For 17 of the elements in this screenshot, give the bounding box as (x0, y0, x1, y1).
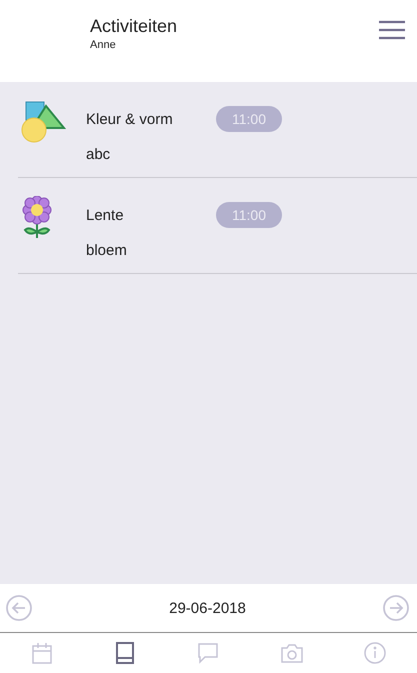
user-name: Anne (90, 39, 117, 51)
speech-bubble-icon[interactable] (196, 642, 220, 664)
activity-row[interactable]: Lente 11:00 bloem (18, 178, 417, 274)
flower-icon (20, 196, 54, 240)
date-label: 29-06-2018 (169, 600, 246, 616)
page-title: Activiteiten (90, 16, 178, 37)
camera-icon[interactable] (280, 642, 304, 664)
time-pill: 11:00 (216, 106, 282, 132)
activity-name: Kleur & vorm (86, 110, 174, 128)
calendar-icon[interactable] (30, 642, 54, 664)
activity-name: Lente (86, 206, 125, 224)
menu-icon[interactable] (379, 20, 405, 40)
activity-note: bloem (86, 242, 128, 259)
info-icon[interactable] (363, 642, 388, 664)
activity-note: abc (86, 146, 112, 163)
time-pill: 11:00 (216, 202, 282, 228)
activity-row[interactable]: Kleur & vorm 11:00 abc (18, 82, 417, 178)
